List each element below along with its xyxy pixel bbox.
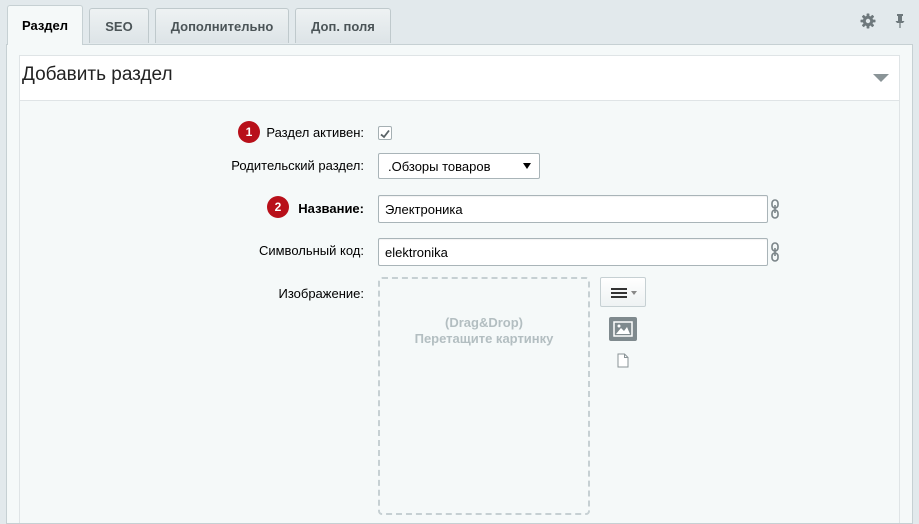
image-icon <box>613 321 633 337</box>
main-panel: Добавить раздел 1 Раздел активен: Родите… <box>6 44 913 524</box>
image-menu-button[interactable] <box>600 277 646 307</box>
triangle-down-icon[interactable] <box>873 73 889 83</box>
active-checkbox[interactable] <box>378 126 392 140</box>
step-badge: 1 <box>238 121 260 143</box>
pin-icon[interactable] <box>891 12 909 30</box>
parent-label: Родительский раздел: <box>231 158 364 173</box>
checkmark-icon <box>380 129 390 139</box>
active-label: Раздел активен: <box>266 125 364 140</box>
file-icon[interactable] <box>617 353 629 368</box>
image-dropzone[interactable]: (Drag&Drop) Перетащите картинку <box>378 277 590 515</box>
step-badge: 2 <box>267 196 289 218</box>
tab-bar: Раздел SEO Дополнительно Доп. поля <box>0 0 919 45</box>
tab-section[interactable]: Раздел <box>7 5 83 45</box>
tab-extra-fields[interactable]: Доп. поля <box>295 8 391 43</box>
dropzone-hint: Перетащите картинку <box>414 331 554 346</box>
tab-additional[interactable]: Дополнительно <box>155 8 289 43</box>
page-title: Добавить раздел <box>22 64 173 85</box>
name-input[interactable] <box>378 195 768 223</box>
parent-select[interactable]: .Обзоры товаров <box>378 153 540 179</box>
tab-seo[interactable]: SEO <box>89 8 149 43</box>
form-area: 1 Раздел активен: Родительский раздел: .… <box>19 101 900 523</box>
section-header: Добавить раздел <box>19 55 900 101</box>
code-input[interactable] <box>378 238 768 266</box>
image-upload-button[interactable] <box>609 317 637 341</box>
tab-label: SEO <box>105 18 133 34</box>
caret-down-icon <box>523 163 531 169</box>
chain-link-icon[interactable] <box>770 199 780 219</box>
gear-icon[interactable] <box>859 12 877 30</box>
code-label: Символьный код: <box>258 243 364 258</box>
image-label: Изображение: <box>278 286 364 301</box>
chain-link-icon[interactable] <box>770 242 780 262</box>
hamburger-menu-icon <box>611 288 637 298</box>
dropzone-hint: (Drag&Drop) <box>445 315 523 330</box>
tab-label: Дополнительно <box>170 18 274 34</box>
tab-label: Раздел <box>21 18 69 33</box>
tab-label: Доп. поля <box>311 18 375 34</box>
name-label: Название: <box>298 201 364 216</box>
parent-select-value: .Обзоры товаров <box>388 158 491 174</box>
